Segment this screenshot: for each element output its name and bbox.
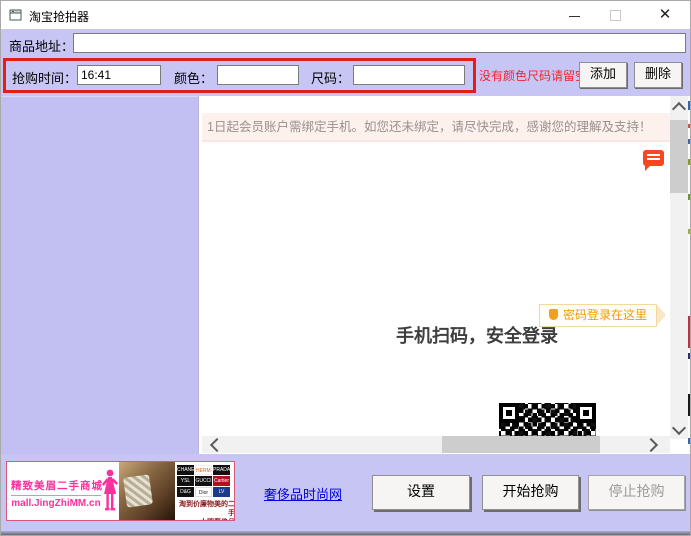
- start-purchase-button[interactable]: 开始抢购: [482, 475, 579, 510]
- purchase-time-label: 抢购时间：: [12, 68, 77, 87]
- brand-logo: Dior: [195, 487, 212, 497]
- luxury-site-link[interactable]: 奢侈品时尚网: [264, 484, 342, 503]
- size-input[interactable]: [353, 65, 465, 85]
- purchase-time-input[interactable]: [77, 65, 161, 85]
- app-icon: [9, 8, 23, 22]
- title-bar: 淘宝抢拍器 ✕: [1, 1, 690, 29]
- minimize-icon: [569, 16, 580, 17]
- close-button[interactable]: ✕: [647, 1, 683, 29]
- scroll-right-icon[interactable]: [644, 438, 658, 452]
- brand-logo: GUCCI: [195, 476, 212, 486]
- qr-pattern: [499, 403, 596, 436]
- horizontal-scroll-thumb[interactable]: [442, 436, 600, 453]
- brand-logo: PRADA: [213, 465, 230, 475]
- scroll-up-icon[interactable]: [672, 102, 686, 116]
- vertical-scroll-thumb[interactable]: [670, 120, 688, 193]
- banner-slogan-line2: 大牌奢侈品: [175, 518, 235, 521]
- highlight-red-box: 抢购时间： 颜色： 尺码：: [3, 58, 476, 93]
- message-icon[interactable]: [643, 150, 664, 166]
- qr-login-heading: 手机扫码，安全登录: [396, 322, 558, 348]
- brand-logo: LV: [213, 487, 230, 497]
- brand-logo-grid: CHANEL HERMES PRADA YSL GUCCI Cartier D&…: [177, 465, 234, 497]
- qr-code: [499, 403, 596, 436]
- stop-purchase-button: 停止抢购: [588, 475, 685, 510]
- settings-button[interactable]: 设置: [372, 475, 470, 510]
- color-size-hint: 没有颜色尺码请留空: [479, 67, 587, 84]
- left-panel: [1, 96, 198, 455]
- minimize-button[interactable]: [558, 1, 590, 29]
- footer-bar: 精致美眉二手商城 mall.JingZhiMM.cn: [1, 454, 690, 536]
- maximize-icon: [610, 10, 621, 21]
- scroll-down-icon[interactable]: [672, 421, 686, 435]
- qr-finder-icon: [576, 403, 596, 423]
- vertical-scrollbar[interactable]: [670, 96, 688, 439]
- brand-logo: YSL: [177, 476, 194, 486]
- horizontal-scrollbar[interactable]: [202, 436, 670, 453]
- banner-shop-name: 精致美眉二手商城: [11, 478, 101, 496]
- brand-logo: HERMES: [195, 465, 212, 475]
- window-bottom-edge: [1, 531, 690, 535]
- delete-button[interactable]: 删除: [634, 62, 682, 88]
- product-url-label: 商品地址：: [9, 36, 74, 55]
- brand-logo: CHANEL: [177, 465, 194, 475]
- add-button[interactable]: 添加: [579, 62, 627, 88]
- banner-shop-url: mall.JingZhiMM.cn: [11, 498, 101, 509]
- shield-icon: [549, 309, 558, 320]
- qr-finder-icon: [499, 403, 519, 423]
- tooltip-label: 密码登录在这里: [563, 308, 647, 322]
- scroll-left-icon[interactable]: [210, 438, 224, 452]
- brand-logo: Cartier: [213, 476, 230, 486]
- girl-silhouette-icon: [99, 468, 119, 521]
- banner-text: 精致美眉二手商城 mall.JingZhiMM.cn: [11, 478, 101, 509]
- maximize-button[interactable]: [599, 1, 631, 29]
- brand-logo: D&G: [177, 487, 194, 497]
- window-title: 淘宝抢拍器: [29, 8, 89, 25]
- size-label: 尺码：: [311, 68, 350, 87]
- color-label: 颜色：: [174, 68, 213, 87]
- login-webview: 1日起会员账户需绑定手机。如您还未绑定，请尽快完成，感谢您的理解及支持！ 密码登…: [198, 96, 691, 454]
- ad-banner[interactable]: 精致美眉二手商城 mall.JingZhiMM.cn: [6, 461, 235, 521]
- product-url-input[interactable]: [73, 33, 686, 53]
- banner-slogan-line1: 淘到价廉物美的二手: [175, 500, 235, 518]
- banner-slogan: 淘到价廉物美的二手 大牌奢侈品: [175, 500, 235, 521]
- app-window: 淘宝抢拍器 ✕ 商品地址： 抢购时间： 颜色： 尺码： 没有颜色尺码请留空 添加…: [0, 0, 691, 536]
- banner-photo: [119, 462, 175, 520]
- phone-binding-notice: 1日起会员账户需绑定手机。如您还未绑定，请尽快完成，感谢您的理解及支持！: [202, 113, 670, 142]
- color-input[interactable]: [217, 65, 299, 85]
